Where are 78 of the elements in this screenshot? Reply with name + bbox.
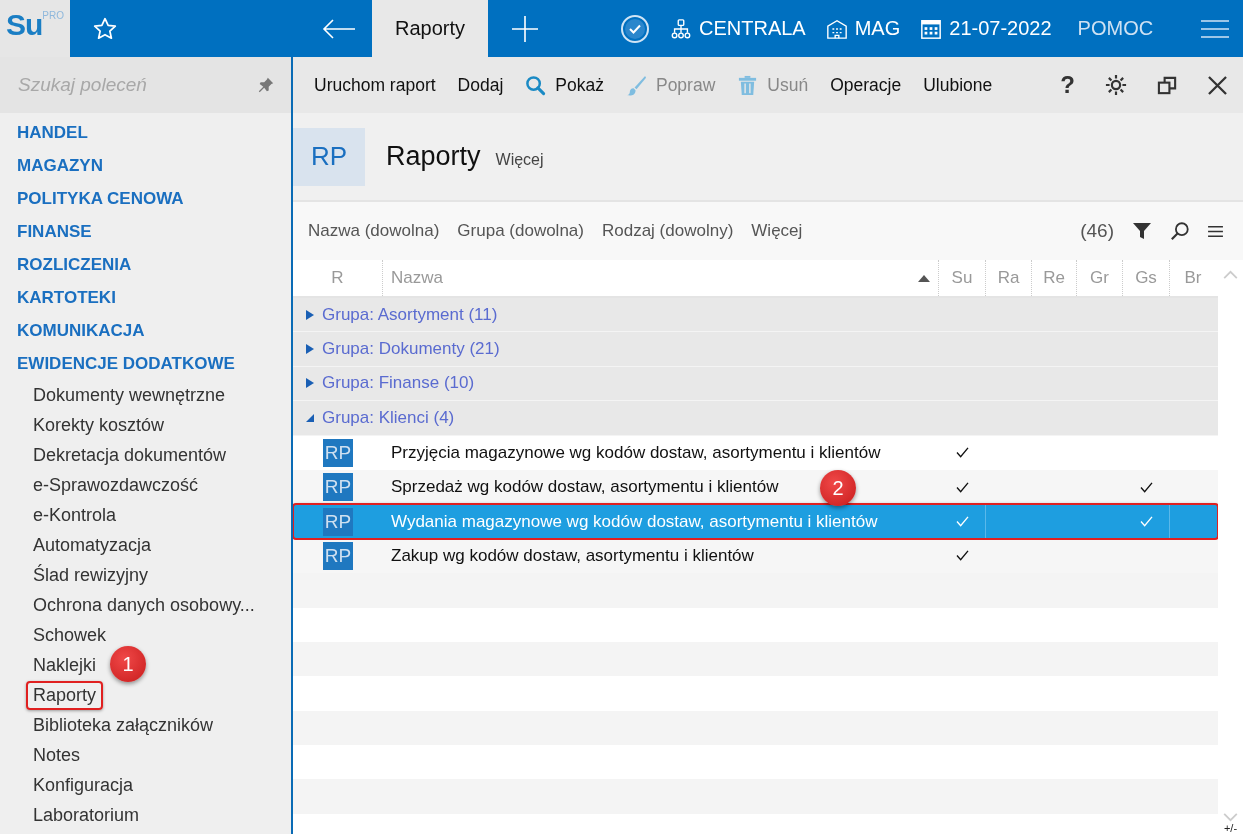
- report-icon: RP: [323, 438, 353, 467]
- filter-link[interactable]: Nazwa (dowolna): [308, 221, 440, 241]
- toolbar-button[interactable]: Uruchom raport: [303, 65, 447, 105]
- page-title: Raporty: [386, 141, 481, 172]
- brush-icon: [625, 74, 647, 96]
- search-icon: [525, 74, 547, 96]
- pin-icon[interactable]: [257, 76, 275, 94]
- module-item[interactable]: ROZLICZENIA: [0, 248, 291, 281]
- report-icon: RP: [323, 473, 353, 502]
- record-count: (46): [1080, 220, 1114, 242]
- filter-link[interactable]: Więcej: [751, 221, 803, 241]
- table-cell: Zakup wg kodów dostaw, asortymentu i klientów: [391, 545, 754, 566]
- more-link[interactable]: Więcej: [495, 144, 544, 169]
- check-circle-icon[interactable]: [620, 13, 650, 44]
- group-row[interactable]: Grupa: Dokumenty (21): [293, 332, 1218, 367]
- trash-icon: [737, 74, 759, 96]
- report-icon: RP: [323, 541, 353, 570]
- settings-icon[interactable]: [1105, 74, 1127, 96]
- filter-link[interactable]: Grupa (dowolna): [457, 221, 584, 241]
- toolbar-button[interactable]: Pokaż: [514, 65, 615, 105]
- table-row[interactable]: RP Zakup wg kodów dostaw, asortymentu i klientów: [293, 538, 1218, 574]
- toolbar-button[interactable]: Ulubione: [912, 65, 1004, 105]
- module-item[interactable]: MAGAZYN: [0, 149, 291, 182]
- module-item[interactable]: FINANSE: [0, 215, 291, 248]
- group-row[interactable]: Grupa: Klienci (4): [293, 401, 1218, 436]
- table-cell: Sprzedaż wg kodów dostaw, asortymentu i klientów: [391, 477, 779, 498]
- caret-icon: [305, 309, 315, 320]
- module-item[interactable]: EWIDENCJE DODATKOWE: [0, 347, 291, 380]
- table-cell: Przyjęcia magazynowe wg kodów dostaw, asortymentu i klientów: [391, 442, 881, 463]
- sidebar-item[interactable]: Konfiguracja: [26, 770, 141, 800]
- caret-icon: [305, 344, 315, 355]
- expand-toggle[interactable]: +/-: [1223, 822, 1238, 834]
- search-icon[interactable]: [1170, 221, 1190, 241]
- sidebar-item[interactable]: Automatyzacja: [26, 530, 159, 560]
- plus-icon[interactable]: [512, 15, 538, 42]
- filter-link[interactable]: Rodzaj (dowolny): [601, 221, 734, 241]
- sidebar-item[interactable]: Ślad rewizyjny: [26, 560, 156, 590]
- sort-ascending-icon: [918, 274, 930, 282]
- report-icon: RP: [323, 507, 353, 536]
- help-link[interactable]: POMOC: [1077, 17, 1154, 40]
- sidebar-item[interactable]: Ochrona danych osobowy...: [26, 590, 262, 620]
- caret-icon: [305, 412, 315, 423]
- module-item[interactable]: HANDEL: [0, 116, 291, 149]
- sidebar-item[interactable]: Korekty kosztów: [26, 410, 172, 440]
- help-button[interactable]: ?: [1060, 71, 1075, 99]
- sidebar-item[interactable]: Laboratorium: [26, 800, 147, 830]
- sidebar-item[interactable]: e-Sprawozdawczość: [26, 470, 206, 500]
- context-label: CENTRALA: [699, 17, 806, 40]
- star-icon[interactable]: [92, 15, 118, 42]
- group-row[interactable]: Grupa: Asortyment (11): [293, 298, 1218, 333]
- toolbar-button[interactable]: Operacje: [819, 65, 913, 105]
- restore-window-icon[interactable]: [1157, 74, 1178, 96]
- module-item[interactable]: POLITYKA CENOWA: [0, 182, 291, 215]
- menu-icon[interactable]: [1208, 224, 1223, 238]
- sidebar-item[interactable]: Naklejki: [26, 650, 104, 680]
- report-badge: RP: [293, 127, 365, 186]
- toolbar-button[interactable]: Dodaj: [446, 65, 515, 105]
- table-cell: Wydania magazynowe wg kodów dostaw, asortymentu i klientów: [391, 511, 878, 532]
- sidebar-item[interactable]: Dekretacja dokumentów: [26, 440, 234, 470]
- calendar-icon: [920, 17, 943, 40]
- tab[interactable]: Raporty: [372, 0, 488, 57]
- module-item[interactable]: KARTOTEKI: [0, 281, 291, 314]
- back-arrow-icon[interactable]: [322, 18, 356, 39]
- sidebar-item[interactable]: Raporty: [26, 680, 104, 710]
- close-icon[interactable]: [1208, 75, 1227, 95]
- filter-icon[interactable]: [1132, 221, 1152, 241]
- network-icon: [670, 17, 692, 40]
- building-icon: [825, 17, 848, 40]
- caret-icon: [305, 378, 315, 389]
- module-item[interactable]: KOMUNIKACJA: [0, 314, 291, 347]
- context-label: 21-07-2022: [949, 17, 1052, 40]
- search-field[interactable]: Szukaj poleceń: [0, 57, 291, 113]
- sidebar-item[interactable]: Biblioteka załączników: [26, 710, 221, 740]
- group-row[interactable]: Grupa: Finanse (10): [293, 366, 1218, 402]
- sidebar-item[interactable]: Dokumenty wewnętrzne: [26, 380, 233, 410]
- context-label: MAG: [854, 17, 901, 40]
- sidebar-item[interactable]: Notes: [26, 740, 88, 770]
- sidebar-item[interactable]: e-Kontrola: [26, 500, 124, 530]
